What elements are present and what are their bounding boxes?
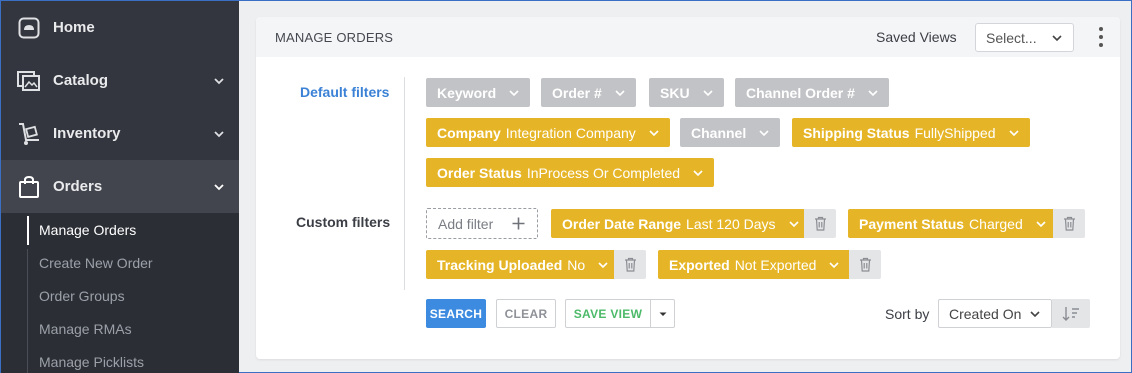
filter-chip-key: Channel Order # [746, 84, 855, 101]
more-options-icon[interactable] [1096, 27, 1106, 47]
inventory-icon [17, 122, 41, 146]
chevron-down-icon [649, 129, 659, 136]
chevron-down-icon [214, 130, 224, 137]
add-filter-label: Add filter [438, 215, 494, 232]
filter-chip-channel[interactable]: Channel [680, 118, 781, 147]
chevron-down-icon [693, 169, 703, 176]
save-view-dropdown[interactable] [650, 299, 675, 328]
filter-chip-key: Order Date Range [562, 215, 682, 232]
filter-chip-key: Keyword [437, 84, 497, 101]
chevron-down-icon [868, 89, 878, 96]
filter-chip-keyword[interactable]: Keyword [426, 78, 531, 107]
chevron-down-icon [598, 261, 608, 268]
default-filters-label[interactable]: Default filters [300, 84, 389, 100]
caret-down-icon [659, 312, 666, 316]
sidebar-item-catalog[interactable]: Catalog [1, 54, 239, 107]
chevron-down-icon [829, 261, 839, 268]
filter-chip-payment-status[interactable]: Payment Status Charged [848, 209, 1057, 238]
search-button[interactable]: SEARCH [426, 299, 486, 328]
sort-by-label: Sort by [885, 306, 930, 322]
filter-chip-sku[interactable]: SKU [649, 78, 724, 107]
chevron-down-icon [759, 129, 769, 136]
plus-icon [512, 217, 525, 230]
home-icon [17, 16, 41, 40]
filter-chip-order-status[interactable]: Order Status InProcess Or Completed [426, 158, 715, 187]
sidebar-item-orders[interactable]: Orders [1, 160, 239, 213]
trash-icon [1063, 216, 1075, 231]
sidebar-subitem-manage-rmas[interactable]: Manage RMAs [1, 312, 239, 345]
chevron-down-icon [788, 220, 799, 227]
filter-chip-shipping-status[interactable]: Shipping Status FullyShipped [792, 118, 1030, 147]
sort-direction-button[interactable] [1052, 299, 1090, 328]
remove-filter-payment-status[interactable] [1053, 209, 1085, 238]
sidebar-item-label: Home [53, 19, 95, 36]
manage-orders-card: MANAGE ORDERS Saved Views Select... Defa… [256, 17, 1120, 359]
sort-by-select[interactable]: Created On [938, 299, 1052, 328]
sidebar-item-label: Catalog [53, 72, 109, 89]
catalog-icon [17, 69, 41, 93]
filter-chip-exported[interactable]: Exported Not Exported [658, 250, 851, 279]
filter-chip-channel-order-number[interactable]: Channel Order # [735, 78, 889, 107]
sidebar-item-home[interactable]: Home [1, 1, 239, 54]
filter-chip-key: Exported [669, 256, 730, 273]
orders-submenu: Manage Orders Create New Order Order Gro… [1, 213, 239, 373]
filter-chip-key: Order # [552, 84, 602, 101]
page-title: MANAGE ORDERS [275, 29, 394, 45]
filter-chip-key: Shipping Status [803, 124, 910, 141]
saved-views-value: Select... [986, 29, 1037, 46]
sidebar-item-label: Inventory [53, 125, 121, 142]
filter-chip-key: SKU [660, 84, 690, 101]
filter-chip-order-date-range[interactable]: Order Date Range Last 120 Days [551, 209, 810, 238]
trash-icon [624, 257, 636, 272]
submenu-guide-line [27, 249, 28, 373]
sidebar-item-label: Orders [53, 178, 103, 195]
trash-icon [814, 216, 826, 231]
sidebar-subitem-manage-orders[interactable]: Manage Orders [1, 214, 239, 247]
sidebar-subitem-order-groups[interactable]: Order Groups [1, 280, 239, 313]
filter-chip-key: Channel [691, 124, 747, 141]
sidebar-subitem-create-new-order[interactable]: Create New Order [1, 247, 239, 280]
filter-chip-key: Company [437, 124, 501, 141]
chevron-down-icon [1052, 35, 1062, 42]
chevron-down-icon [1030, 311, 1040, 318]
saved-views-select[interactable]: Select... [975, 23, 1074, 52]
sidebar: Home Catalog Inventory Orders Manage Ord… [1, 1, 239, 373]
filter-chip-value: FullyShipped [914, 124, 996, 141]
sidebar-item-inventory[interactable]: Inventory [1, 107, 239, 160]
filter-chip-value: InProcess Or Completed [526, 164, 681, 181]
custom-filters-label: Custom filters [296, 214, 391, 230]
filter-chip-order-number[interactable]: Order # [541, 78, 636, 107]
filters-divider [404, 77, 405, 290]
filter-chip-company[interactable]: Company Integration Company [426, 118, 670, 147]
shopping-bag-icon [17, 175, 41, 199]
saved-views-label: Saved Views [876, 29, 957, 45]
chevron-down-icon [509, 89, 519, 96]
filter-chip-value: Integration Company [505, 124, 636, 141]
clear-button[interactable]: CLEAR [496, 299, 556, 328]
save-view-button[interactable]: SAVE VIEW [565, 299, 651, 328]
chevron-down-icon [702, 89, 713, 96]
chevron-down-icon [214, 77, 224, 84]
sort-descending-icon [1062, 306, 1079, 321]
sort-by-value: Created On [949, 305, 1022, 322]
trash-icon [859, 257, 871, 272]
add-filter-button[interactable]: Add filter [426, 208, 538, 239]
filter-chip-value: Not Exported [734, 256, 817, 273]
chevron-down-icon [1036, 220, 1046, 227]
chevron-down-icon [615, 89, 625, 96]
filter-chip-value: No [567, 256, 586, 273]
filter-chip-value: Last 120 Days [686, 215, 776, 232]
filter-chip-key: Tracking Uploaded [437, 256, 563, 273]
filter-chip-key: Order Status [437, 164, 522, 181]
filter-chip-value: Charged [969, 215, 1023, 232]
remove-filter-order-date-range[interactable] [804, 209, 836, 238]
remove-filter-exported[interactable] [849, 250, 881, 279]
chevron-down-icon [214, 183, 224, 190]
sidebar-subitem-manage-picklists[interactable]: Manage Picklists [1, 345, 239, 373]
remove-filter-tracking-uploaded[interactable] [614, 250, 646, 279]
card-header: MANAGE ORDERS Saved Views Select... [256, 17, 1120, 57]
chevron-down-icon [1008, 129, 1019, 136]
filter-chip-key: Payment Status [859, 215, 965, 232]
filter-chip-tracking-uploaded[interactable]: Tracking Uploaded No [426, 250, 620, 279]
